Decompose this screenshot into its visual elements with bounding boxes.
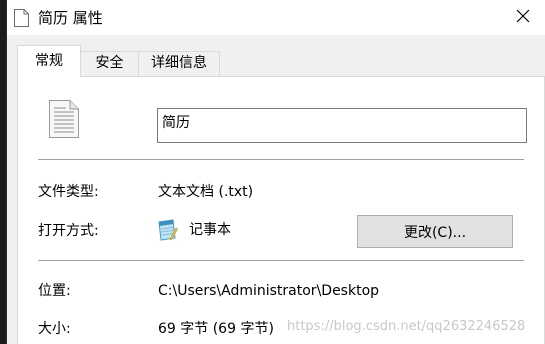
open-with-app-name: 记事本	[189, 222, 231, 238]
size-value: 69 字节 (69 字节)	[158, 321, 274, 337]
notepad-icon	[156, 218, 178, 242]
watermark-text: https://blog.csdn.net/qq2632246528	[287, 319, 526, 334]
tab-security[interactable]: 安全	[80, 51, 139, 76]
location-label: 位置:	[38, 283, 71, 299]
file-type-label: 文件类型:	[38, 184, 99, 200]
tab-general[interactable]: 常规	[17, 45, 81, 77]
window-title: 简历 属性	[38, 9, 103, 27]
close-button[interactable]	[500, 0, 545, 35]
change-opener-button[interactable]: 更改(C)...	[357, 215, 513, 248]
text-document-icon	[49, 100, 79, 138]
properties-window: 简历 属性 常规 安全 详细信息 简历 文件类型: 文本文档 (.txt) 打开…	[6, 0, 545, 344]
size-label: 大小:	[38, 321, 71, 337]
tab-details[interactable]: 详细信息	[138, 51, 220, 76]
location-value: C:\Users\Administrator\Desktop	[158, 283, 380, 299]
separator	[38, 159, 524, 160]
separator	[38, 260, 524, 261]
close-icon	[516, 9, 530, 27]
title-bar[interactable]: 简历 属性	[7, 0, 545, 35]
file-name-input[interactable]	[157, 108, 527, 143]
general-tab-panel: 文件类型: 文本文档 (.txt) 打开方式: 记事本 更改(C)... 位置:…	[17, 76, 545, 344]
text-file-icon	[14, 9, 29, 27]
open-with-label: 打开方式:	[38, 223, 99, 239]
file-type-value: 文本文档 (.txt)	[158, 184, 254, 200]
